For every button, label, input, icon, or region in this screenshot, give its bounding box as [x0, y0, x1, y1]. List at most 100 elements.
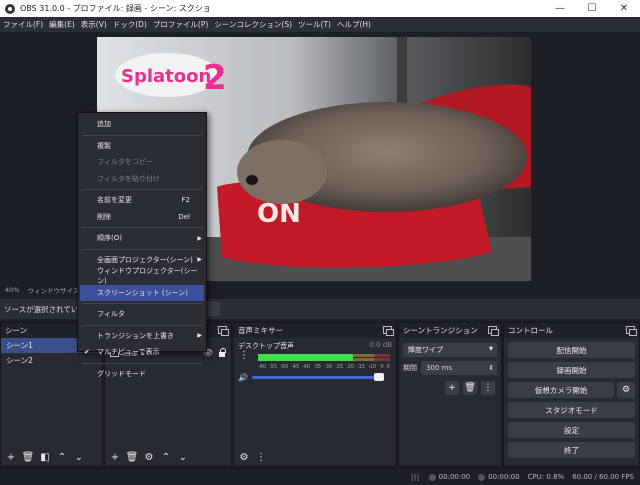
zoom-level[interactable]: 40% — [5, 286, 19, 294]
trash-icon[interactable]: 🗑 — [463, 381, 477, 395]
context-menu-item[interactable]: 名前を変更 F2 — [78, 192, 206, 209]
filter-icon[interactable]: ◧ — [39, 452, 51, 464]
scene-context-menu: 追加 複製 フィルタをコピー フィルタを貼り付け 名前を変更 F2 削除 Del 順序(O) ▶ 全… — [77, 112, 207, 378]
source-toolbar-button[interactable] — [206, 302, 220, 316]
menu-profile[interactable]: プロファイル(P) — [153, 19, 208, 30]
context-menu-label: 追加 — [97, 120, 111, 129]
channel-menu-icon[interactable]: ⋮ — [239, 350, 249, 361]
menu-help[interactable]: ヘルプ(H) — [337, 19, 371, 30]
context-menu-item: フィルタを貼り付け — [78, 171, 206, 188]
menu-separator — [82, 189, 202, 190]
meter-fill — [258, 354, 354, 361]
context-menu-item[interactable]: フィルタ — [78, 306, 206, 323]
context-menu-item[interactable]: ウィンドウプロジェクター(シーン) — [78, 267, 206, 285]
menu-edit[interactable]: 編集(E) — [49, 19, 75, 30]
meter-tick-label: -25 — [334, 364, 344, 370]
start-recording-button[interactable]: 録画開始 — [508, 362, 635, 378]
gear-icon[interactable]: ⚙ — [143, 452, 155, 464]
mixer-channel: デスクトップ音声 0.0 dB -60 -55 -50 -45 -40 -35 -30 -25… — [234, 338, 396, 385]
channel-db: 0.0 dB — [369, 341, 392, 349]
mixer-menu-icon[interactable]: ⋮ — [255, 452, 267, 464]
cpu-usage: CPU: 0.8% — [527, 473, 565, 481]
duration-value: 300 ms — [426, 364, 453, 372]
undock-icon[interactable] — [626, 326, 637, 336]
context-menu-item[interactable]: 削除 Del — [78, 209, 206, 226]
menu-file[interactable]: ファイル(F) — [3, 19, 43, 30]
menu-view[interactable]: 表示(V) — [81, 19, 107, 30]
undock-icon[interactable] — [218, 326, 229, 336]
advanced-audio-gear-icon[interactable]: ⚙ — [238, 452, 250, 464]
dog-head — [237, 140, 327, 204]
trash-icon[interactable]: 🗑 — [22, 452, 35, 464]
stream-status-icon — [428, 473, 436, 481]
transition-select[interactable]: 輝度ワイプ — [403, 343, 497, 357]
start-streaming-button[interactable]: 配信開始 — [508, 342, 635, 358]
context-menu-label: グリッドモード — [97, 369, 146, 378]
scene-transitions-dock: シーントランジション 輝度ワイプ 期間 300 ms + 🗑 ⋮ — [398, 322, 502, 467]
mixer-footer: ⚙ ⋮ — [234, 449, 396, 466]
context-menu-label: 順序(O) — [97, 234, 122, 243]
speaker-icon[interactable]: 🔊 — [238, 373, 248, 382]
add-icon[interactable]: + — [445, 381, 459, 395]
add-icon[interactable]: + — [5, 452, 17, 464]
exit-button[interactable]: 終了 — [508, 442, 635, 458]
volume-slider-knob[interactable] — [373, 373, 384, 381]
studio-mode-button[interactable]: スタジオモード — [508, 402, 635, 418]
meter-tick-label: -60 — [258, 364, 267, 370]
meter-tick-label: 0 — [386, 364, 390, 370]
context-menu-label: 全画面プロジェクター(シーン) — [97, 255, 193, 264]
lock-icon[interactable] — [219, 348, 226, 357]
scene-label: シーン1 — [6, 341, 33, 350]
start-virtual-camera-button[interactable]: 仮想カメラ開始 — [508, 382, 614, 398]
context-menu-item[interactable]: スクリーンショット (シーン) — [80, 284, 204, 301]
menu-dock[interactable]: ドック(D) — [113, 19, 147, 30]
submenu-arrow-icon: ▶ — [197, 256, 202, 264]
menu-bar: ファイル(F) 編集(E) 表示(V) ドック(D) プロファイル(P) シーン… — [0, 17, 640, 32]
transitions-title: シーントランジション — [403, 326, 478, 335]
volume-slider[interactable] — [251, 373, 384, 381]
signal-icon — [410, 473, 421, 481]
transitions-header: シーントランジション — [399, 323, 501, 338]
undock-icon[interactable] — [488, 326, 499, 336]
menu-tools[interactable]: ツール(T) — [298, 19, 331, 30]
context-menu-item: フィルタをコピー — [78, 154, 206, 171]
menu-scene-collection[interactable]: シーンコレクション(S) — [214, 19, 292, 30]
chevron-up-icon[interactable]: ⌃ — [56, 452, 68, 464]
context-menu-label: マルチビューで表示 — [97, 348, 160, 357]
context-menu-item[interactable]: 追加 — [78, 116, 206, 133]
meter-tick-label: -20 — [345, 364, 355, 370]
chevron-down-icon[interactable]: ⌄ — [177, 452, 189, 464]
minimize-button[interactable]: — — [544, 0, 576, 17]
fps-readout: 60.00 / 60.00 FPS — [572, 473, 634, 481]
context-menu-item[interactable]: 複製 — [78, 138, 206, 155]
title-bar: OBS 31.0.0 - プロファイル: 録画 - シーン: スクショ — ☐ … — [0, 0, 640, 17]
context-menu-item[interactable]: グリッドモード — [78, 366, 206, 383]
duration-input[interactable]: 300 ms — [421, 361, 497, 375]
context-menu-item[interactable]: トランジションを上書き ▶ — [78, 328, 206, 345]
chevron-down-icon[interactable]: ⌄ — [73, 452, 85, 464]
add-icon[interactable]: + — [109, 452, 121, 464]
trash-icon[interactable]: 🗑 — [126, 452, 139, 464]
more-icon[interactable]: ⋮ — [481, 381, 495, 395]
shortcut-label: Del — [178, 212, 190, 221]
transition-type: 輝度ワイプ — [408, 346, 443, 354]
meter-tick-label: -5 — [378, 364, 384, 370]
gear-icon[interactable]: ⚙ — [617, 382, 635, 398]
controls-header: コントロール — [504, 323, 639, 338]
meter-scale: -60 -55 -50 -45 -40 -35 -30 -25 -20 -15 -10 -5 0 — [258, 364, 390, 370]
context-menu-item[interactable]: マルチビューで表示 ✔ — [78, 344, 206, 361]
context-menu-label: 名前を変更 — [97, 196, 132, 205]
window-title: OBS 31.0.0 - プロファイル: 録画 - シーン: スクショ — [20, 4, 211, 13]
meter-tick-label: -35 — [312, 364, 322, 370]
chevron-up-icon[interactable]: ⌃ — [160, 452, 172, 464]
meter-tick-label: -40 — [301, 364, 311, 370]
context-menu-item[interactable]: 順序(O) ▶ — [78, 230, 206, 247]
undock-icon[interactable] — [383, 326, 394, 336]
maximize-button[interactable]: ☐ — [576, 0, 608, 17]
context-menu-label: フィルタをコピー — [97, 158, 153, 167]
controls-title: コントロール — [508, 326, 553, 335]
close-button[interactable]: ✕ — [608, 0, 640, 17]
settings-button[interactable]: 設定 — [508, 422, 635, 438]
meter-tick-label: -30 — [323, 364, 333, 370]
meter-tick-label: -15 — [356, 364, 366, 370]
